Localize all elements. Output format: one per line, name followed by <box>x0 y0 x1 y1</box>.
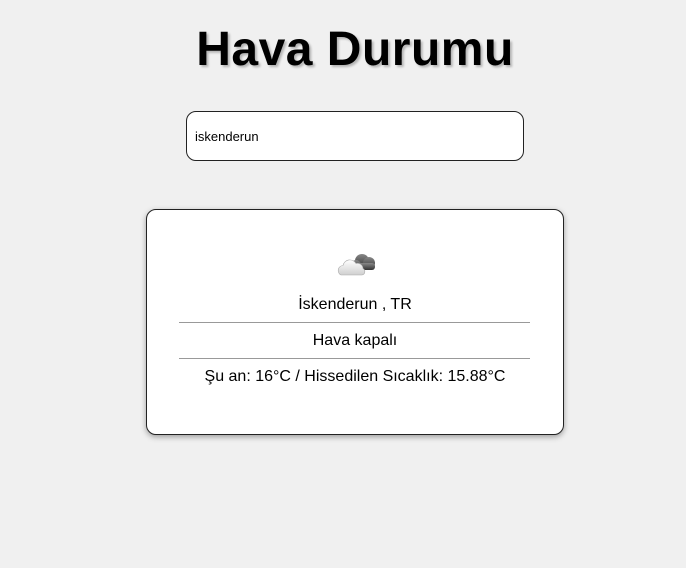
temperature-label: Şu an: 16°C / Hissedilen Sıcaklık: 15.88… <box>204 368 506 385</box>
city-search-input[interactable] <box>186 111 524 161</box>
location-label: İskenderun , TR <box>298 296 412 313</box>
page-title: Hava Durumu <box>196 23 514 76</box>
cloud-icon <box>337 254 375 276</box>
weather-card: İskenderun , TR Hava kapalı Şu an: 16°C … <box>146 209 564 435</box>
divider <box>179 322 530 323</box>
condition-label: Hava kapalı <box>312 332 398 349</box>
divider <box>179 358 530 359</box>
